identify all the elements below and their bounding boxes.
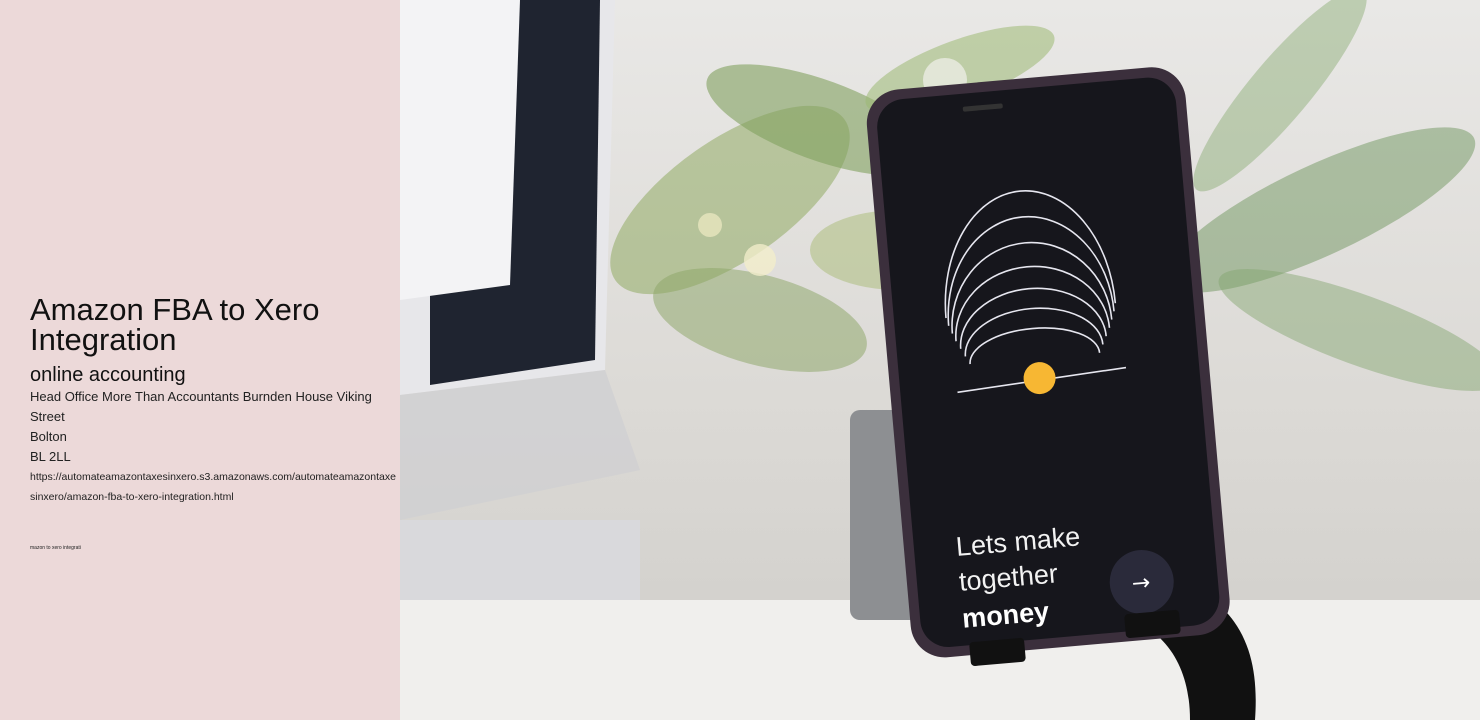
page-subtitle: online accounting xyxy=(30,364,186,386)
arrow-right-icon: → xyxy=(1131,570,1152,597)
holder-clip-right xyxy=(1124,609,1181,638)
text-block: Amazon FBA to Xero Integration online ac… xyxy=(30,292,396,551)
page-title: Amazon FBA to Xero Integration xyxy=(30,292,320,357)
hero-photo: Lets make together money → xyxy=(400,0,1480,720)
photo-scene: Lets make together money → xyxy=(400,0,1480,720)
holder-clip-left xyxy=(969,637,1026,666)
address-postcode: BL 2LL xyxy=(30,449,71,464)
address-line1: Head Office More Than Accountants Burnde… xyxy=(30,389,372,424)
phone: Lets make together money → xyxy=(866,67,1230,658)
page-url[interactable]: https://automateamazontaxesinxero.s3.ama… xyxy=(30,467,396,507)
tiny-label: mazon to xero integrati xyxy=(30,545,81,551)
address-city: Bolton xyxy=(30,429,67,444)
left-panel: Amazon FBA to Xero Integration online ac… xyxy=(0,0,400,720)
